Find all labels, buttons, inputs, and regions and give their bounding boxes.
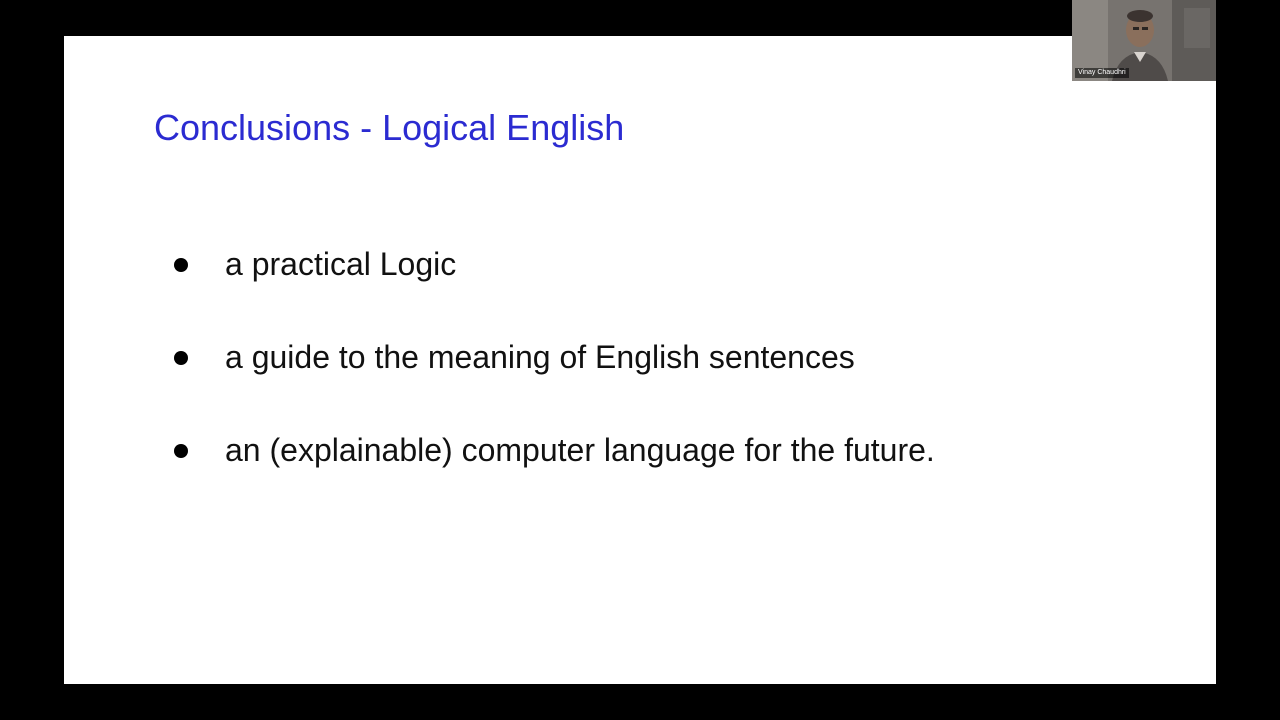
bullet-text: an (explainable) computer language for t… bbox=[225, 432, 935, 468]
list-item: a practical Logic bbox=[174, 241, 935, 334]
bullet-list: a practical Logic a guide to the meaning… bbox=[174, 241, 935, 520]
bullet-text: a practical Logic bbox=[225, 246, 457, 282]
bullet-icon bbox=[174, 444, 188, 458]
bullet-icon bbox=[174, 258, 188, 272]
bullet-text: a guide to the meaning of English senten… bbox=[225, 339, 855, 375]
list-item: an (explainable) computer language for t… bbox=[174, 427, 935, 520]
bullet-icon bbox=[174, 351, 188, 365]
list-item: a guide to the meaning of English senten… bbox=[174, 334, 935, 427]
participant-video-tile[interactable]: Vinay Chaudhri bbox=[1072, 0, 1216, 81]
screen-share-stage: Conclusions - Logical English a practica… bbox=[0, 0, 1280, 720]
presentation-slide: Conclusions - Logical English a practica… bbox=[64, 36, 1216, 684]
slide-title: Conclusions - Logical English bbox=[154, 107, 625, 148]
participant-name-label: Vinay Chaudhri bbox=[1075, 68, 1129, 78]
